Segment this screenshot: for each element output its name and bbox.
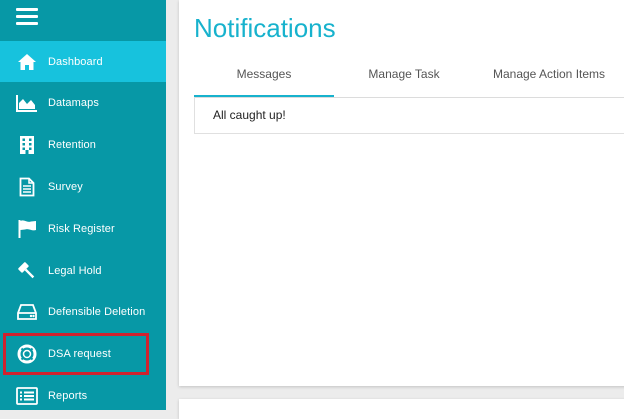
sidebar-item-dsa-request[interactable]: DSA request: [3, 333, 149, 375]
building-icon: [15, 133, 39, 157]
secondary-panel: [179, 399, 624, 419]
tab-messages[interactable]: Messages: [194, 59, 334, 97]
messages-list: All caught up!: [194, 97, 624, 134]
sidebar-item-label: Datamaps: [48, 96, 99, 109]
tab-manage-action-items[interactable]: Manage Action Items: [474, 59, 624, 96]
list-icon: [15, 384, 39, 408]
sidebar-item-label: Dashboard: [48, 55, 103, 68]
area-chart-icon: [15, 91, 39, 115]
tab-manage-task[interactable]: Manage Task: [334, 59, 474, 96]
sidebar-item-defensible-deletion[interactable]: Defensible Deletion: [0, 291, 166, 332]
sidebar-item-dashboard[interactable]: Dashboard: [0, 41, 166, 82]
sidebar-item-label: Survey: [48, 180, 83, 193]
sidebar-item-legal-hold[interactable]: Legal Hold: [0, 250, 166, 291]
hard-drive-icon: [15, 300, 39, 324]
empty-state-message: All caught up!: [213, 108, 286, 122]
page-title: Notifications: [194, 13, 336, 43]
tab-bar: Messages Manage Task Manage Action Items: [194, 59, 624, 98]
sidebar-item-survey[interactable]: Survey: [0, 166, 166, 207]
hamburger-menu-icon[interactable]: [16, 7, 38, 27]
sidebar-item-label: Reports: [48, 389, 88, 402]
sidebar-item-retention[interactable]: Retention: [0, 124, 166, 165]
sidebar-item-risk-register[interactable]: Risk Register: [0, 208, 166, 249]
life-ring-icon: [15, 342, 39, 366]
sidebar-item-label: Legal Hold: [48, 264, 102, 277]
sidebar-item-label: Defensible Deletion: [48, 305, 146, 318]
sidebar: Dashboard Datamaps Retention Survey Risk…: [0, 0, 166, 410]
sidebar-item-label: Risk Register: [48, 222, 115, 235]
flag-icon: [15, 217, 39, 241]
gavel-icon: [15, 259, 39, 283]
sidebar-item-datamaps[interactable]: Datamaps: [0, 82, 166, 123]
sidebar-item-label: DSA request: [48, 348, 111, 360]
document-icon: [15, 175, 39, 199]
home-icon: [15, 50, 39, 74]
sidebar-item-label: Retention: [48, 138, 96, 151]
notifications-panel: Notifications Messages Manage Task Manag…: [179, 0, 624, 386]
